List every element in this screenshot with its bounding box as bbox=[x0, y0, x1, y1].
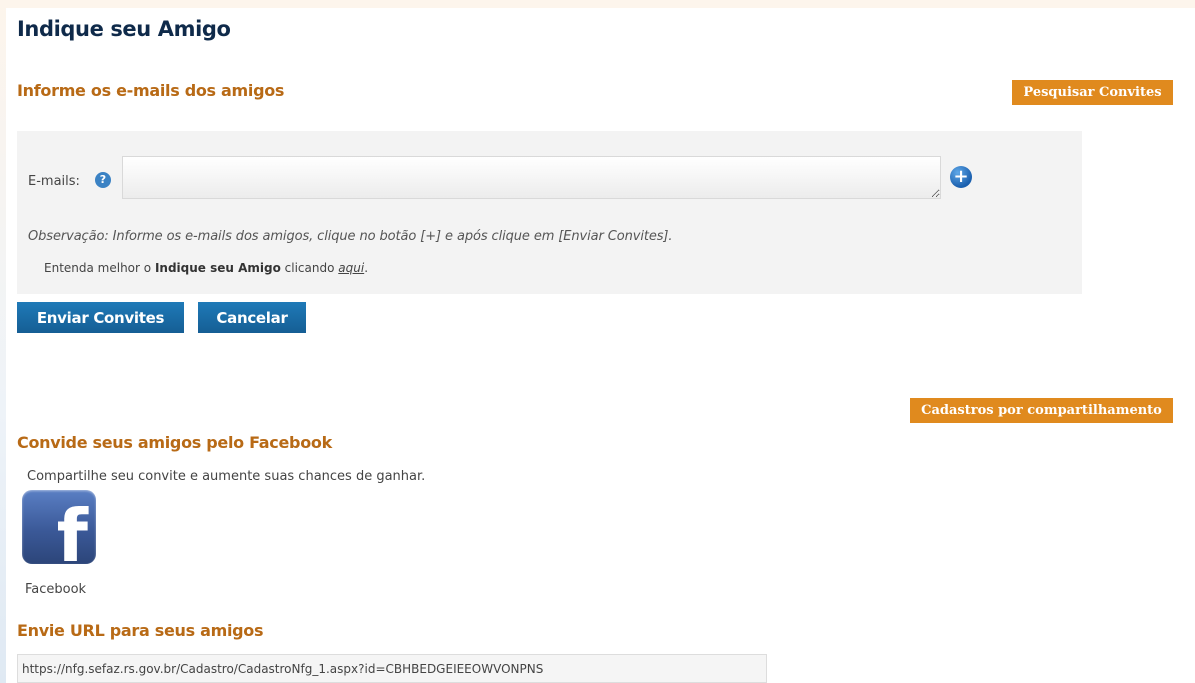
cancel-button[interactable]: Cancelar bbox=[198, 302, 306, 333]
facebook-icon[interactable]: f bbox=[22, 490, 96, 564]
url-section-heading: Envie URL para seus amigos bbox=[17, 621, 264, 640]
left-background-strip bbox=[0, 0, 6, 683]
learn-more-prefix: Entenda melhor o bbox=[44, 261, 155, 275]
invite-url-field[interactable] bbox=[17, 654, 767, 683]
learn-more-link[interactable]: aqui bbox=[338, 261, 364, 275]
page-title: Indique seu Amigo bbox=[17, 17, 231, 41]
invite-section-heading: Informe os e-mails dos amigos bbox=[17, 81, 285, 100]
help-icon[interactable]: ? bbox=[95, 172, 111, 188]
add-email-icon[interactable]: + bbox=[950, 166, 972, 188]
learn-more-program-name: Indique seu Amigo bbox=[154, 261, 281, 275]
observation-text: Observação: Informe os e-mails dos amigo… bbox=[28, 229, 673, 244]
learn-more-text: Entenda melhor o Indique seu Amigo clica… bbox=[44, 261, 368, 275]
facebook-share-description: Compartilhe seu convite e aumente suas c… bbox=[27, 469, 426, 484]
learn-more-suffix: . bbox=[364, 261, 369, 275]
search-invites-button[interactable]: Pesquisar Convites bbox=[1012, 80, 1173, 105]
emails-input[interactable] bbox=[122, 156, 941, 199]
sharing-registrations-button[interactable]: Cadastros por compartilhamento bbox=[910, 398, 1173, 423]
facebook-label[interactable]: Facebook bbox=[25, 582, 86, 597]
emails-label: E-mails: bbox=[28, 174, 80, 189]
top-background-strip bbox=[0, 0, 1195, 8]
facebook-section-heading: Convide seus amigos pelo Facebook bbox=[17, 433, 332, 452]
learn-more-middle: clicando bbox=[280, 261, 339, 275]
send-invites-button[interactable]: Enviar Convites bbox=[17, 302, 184, 333]
